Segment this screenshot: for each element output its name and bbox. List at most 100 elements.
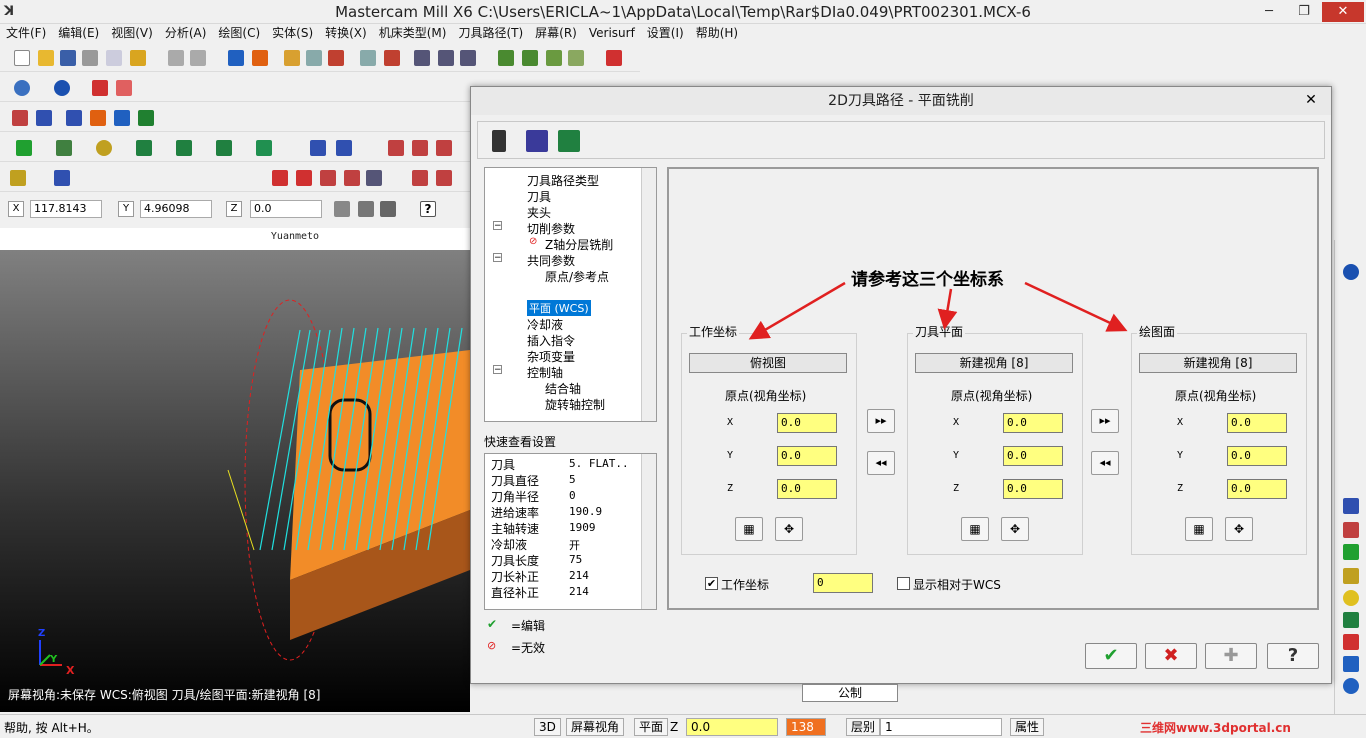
tree-item[interactable]: Z轴分层铣削 [545,236,613,253]
zoom-in-icon[interactable] [384,50,400,66]
dock-circle-icon[interactable] [1343,590,1359,606]
toolpath-icon[interactable] [414,50,430,66]
erase-icon[interactable] [116,80,132,96]
menu-item[interactable]: 机床类型(M) [379,24,447,43]
dialog-close-button[interactable]: ✕ [1297,91,1325,111]
tree-expander[interactable]: − [493,365,502,375]
menu-item[interactable]: 设置(I) [647,24,684,43]
origin-y-field[interactable]: 0.0 [777,446,837,466]
measure-icon[interactable] [54,170,70,186]
menu-item[interactable]: 转换(X) [325,24,367,43]
tool-holder-icon[interactable] [492,130,506,152]
tree-item[interactable]: 夹头 [527,204,551,221]
shade-icon[interactable] [498,50,514,66]
menu-item[interactable]: 视图(V) [111,24,153,43]
help-button[interactable]: ? [1267,643,1319,669]
preview-icon[interactable] [106,50,122,66]
group-icon[interactable] [388,140,404,156]
origin-z-field[interactable]: 0.0 [1227,479,1287,499]
dock-curve-icon[interactable] [1343,612,1359,628]
move-origin-icon[interactable]: ✥ [1225,517,1253,541]
tree-item[interactable]: 刀具 [527,188,551,205]
y-coordinate-field[interactable]: 4.96098 [140,200,212,218]
tree-item[interactable]: 平面 (WCS) [527,300,591,316]
tool-icon[interactable] [412,170,428,186]
tree-item[interactable]: 旋转轴控制 [545,396,605,413]
wireframe-icon[interactable] [522,50,538,66]
tree-scrollbar[interactable] [641,168,656,421]
point-icon[interactable] [16,140,32,156]
maximize-button[interactable]: ❐ [1287,2,1321,22]
tree-item[interactable]: 共同参数 [527,252,575,269]
fit-icon[interactable] [252,50,268,66]
spline-icon[interactable] [216,140,232,156]
gear-icon[interactable] [366,170,382,186]
unzoom-icon[interactable] [360,50,376,66]
copy-left-button[interactable]: ◂◂ [867,451,895,475]
ok-button[interactable]: ✔ [1085,643,1137,669]
solid-icon[interactable] [546,50,562,66]
hidden-line-icon[interactable] [568,50,584,66]
origin-y-field[interactable]: 0.0 [1003,446,1063,466]
save-icon[interactable] [526,130,548,152]
close-button[interactable]: ✕ [1322,2,1364,22]
tree-item[interactable]: 杂项变量 [527,348,575,365]
dock-globe-icon[interactable] [1343,678,1359,694]
zoom-icon[interactable] [130,50,146,66]
level-icon[interactable] [90,110,106,126]
backplot-icon[interactable] [438,50,454,66]
rectangle-icon[interactable] [136,140,152,156]
menu-item[interactable]: Verisurf [589,24,635,43]
calculator-icon[interactable]: ▦ [961,517,989,541]
minimize-button[interactable]: ─ [1252,2,1286,22]
3d-button[interactable]: 3D [534,718,561,736]
menu-item[interactable]: 绘图(C) [218,24,260,43]
screen-view-button[interactable]: 屏幕视角 [566,718,625,736]
redo-icon[interactable] [190,50,206,66]
add-button[interactable]: ✚ [1205,643,1257,669]
tree-expander[interactable]: − [493,221,502,231]
origin-y-field[interactable]: 0.0 [1227,446,1287,466]
lock-icon[interactable] [358,201,374,217]
autocursor-icon[interactable] [380,201,396,217]
zoom-out-icon[interactable] [328,50,344,66]
origin-z-field[interactable]: 0.0 [777,479,837,499]
menu-item[interactable]: 文件(F) [6,24,46,43]
copy-left-button[interactable]: ◂◂ [1091,451,1119,475]
verify-icon[interactable] [460,50,476,66]
sigma-icon[interactable] [114,110,130,126]
plane-button[interactable]: 平面 [634,718,669,736]
zoom-window-icon[interactable] [284,50,300,66]
menu-item[interactable]: 刀具路径(T) [458,24,523,43]
brush-icon[interactable] [344,170,360,186]
sphere-icon[interactable] [1343,264,1359,280]
dock-cube-icon[interactable] [1343,656,1359,672]
dock-pencil-icon[interactable] [1343,568,1359,584]
analyze-icon[interactable] [12,110,28,126]
help-icon[interactable]: ? [420,201,436,217]
dock-grid-icon[interactable] [1343,634,1359,650]
menu-item[interactable]: 屏幕(R) [535,24,577,43]
calculator-icon[interactable]: ▦ [735,517,763,541]
transform-icon[interactable] [436,140,452,156]
show-relative-checkbox[interactable] [897,577,910,590]
z-coordinate-field[interactable]: 0.0 [250,200,322,218]
circle-icon[interactable] [96,140,112,156]
cancel-button[interactable]: ✖ [1145,643,1197,669]
open-folder-icon[interactable] [38,50,54,66]
copy-right-button[interactable]: ▸▸ [1091,409,1119,433]
tree-item[interactable]: 插入指令 [527,332,575,349]
save-icon[interactable] [60,50,76,66]
print-icon[interactable] [82,50,98,66]
chain-icon[interactable] [36,110,52,126]
tree-item[interactable]: 冷却液 [527,316,563,333]
origin-x-field[interactable]: 0.0 [1003,413,1063,433]
wcs-checkbox[interactable]: ✔ [705,577,718,590]
cube-view-icon[interactable] [606,50,622,66]
line-icon[interactable] [56,140,72,156]
tree-item[interactable]: 原点/参考点 [545,268,609,285]
attributes-button[interactable]: 属性 [1010,718,1045,736]
table-icon[interactable] [296,170,312,186]
new-file-icon[interactable] [14,50,30,66]
menu-item[interactable]: 实体(S) [272,24,313,43]
